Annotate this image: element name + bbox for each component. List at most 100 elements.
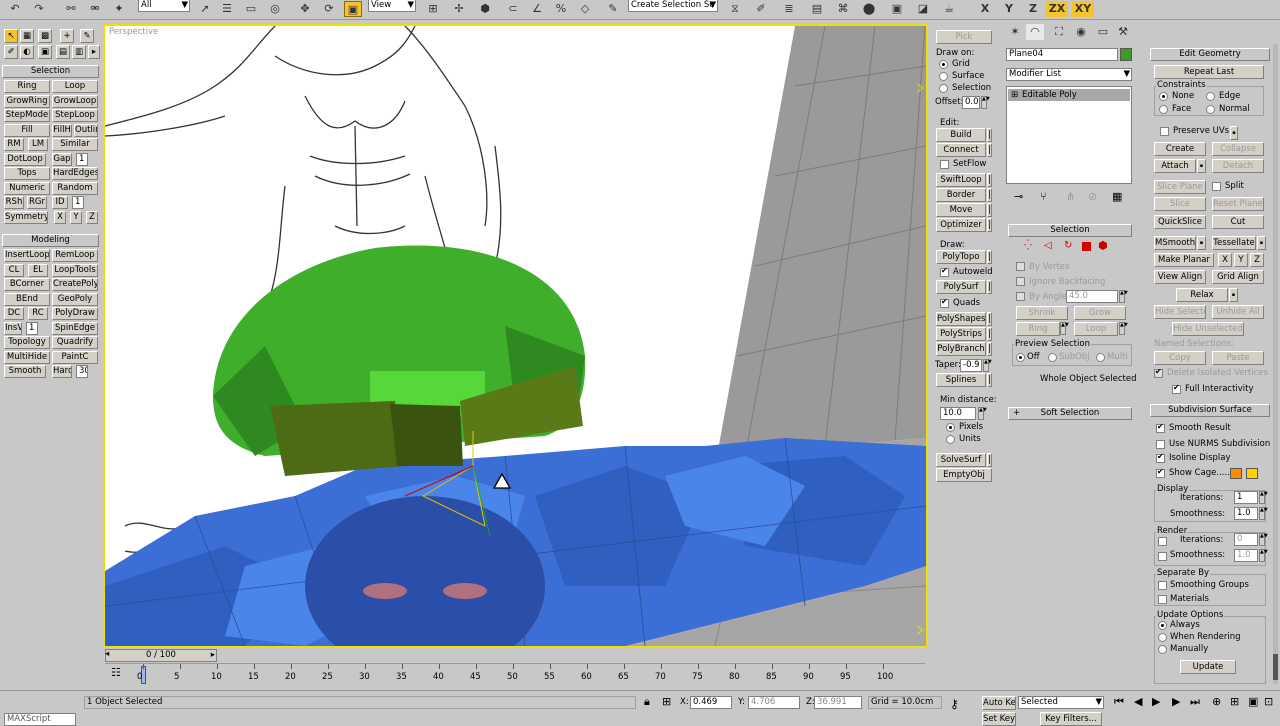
render-icon[interactable]: ☕ <box>940 1 958 17</box>
track-bar[interactable]: ☷ 0 5 10 15 20 25 30 35 40 45 50 55 60 65 70 75 80 85 90 95… <box>105 663 925 689</box>
time-slider[interactable]: 0 / 100 ▸ <box>105 649 217 662</box>
constraint-normal-radio[interactable] <box>1206 105 1215 114</box>
tool-icon-9[interactable]: ▤ <box>56 45 70 59</box>
solvesurf-button[interactable]: SolveSurf <box>936 453 986 467</box>
x-coordinate-field[interactable]: 0.469 <box>690 696 732 709</box>
optimizer-button[interactable]: Optimizer <box>936 218 986 232</box>
solvesurf-options[interactable]: | <box>987 453 992 467</box>
button-quadrify[interactable]: Quadrify <box>52 336 98 349</box>
tool-icon-6[interactable]: ✐ <box>4 45 18 59</box>
link-icon[interactable]: ⚯ <box>62 1 80 17</box>
materials-checkbox[interactable] <box>1158 595 1167 604</box>
polystrips-options[interactable]: | <box>987 327 992 341</box>
select-tool-icon[interactable]: ↖ <box>4 29 18 43</box>
modeling-rollout-title[interactable]: Modeling <box>2 234 99 247</box>
align-icon[interactable]: ✐ <box>752 1 770 17</box>
select-by-name-icon[interactable]: ☰ <box>218 1 236 17</box>
button-polydraw[interactable]: PolyDraw <box>52 307 98 320</box>
prev-frame-icon[interactable]: ◀ <box>1134 695 1142 708</box>
button-similar[interactable]: Similar <box>52 138 98 151</box>
slice-button[interactable]: Slice <box>1154 197 1206 211</box>
button-hardedges[interactable]: HardEdges <box>52 167 98 180</box>
remove-modifier-icon[interactable]: ⊘ <box>1088 190 1097 203</box>
pin-stack-icon[interactable]: ⊸ <box>1014 190 1023 203</box>
button-smooth[interactable]: Smooth <box>4 365 46 378</box>
button-ring[interactable]: Ring <box>4 80 50 93</box>
button-lm[interactable]: LM <box>28 138 48 151</box>
button-rm[interactable]: RM <box>4 138 24 151</box>
angle-spinner[interactable]: ▲▼ <box>1119 290 1128 303</box>
connect-button[interactable]: Connect <box>936 143 986 157</box>
selection-radio[interactable] <box>939 84 948 93</box>
selected-set-dropdown[interactable]: Selected ▼ <box>1018 696 1104 709</box>
value-field-30[interactable]: 30 <box>76 365 88 378</box>
move-options[interactable]: | <box>987 203 992 217</box>
relax-button[interactable]: Relax <box>1176 288 1228 302</box>
button-geopoly[interactable]: GeoPoly <box>52 292 98 306</box>
next-frame-arrow-icon[interactable]: ▸ <box>211 650 215 660</box>
maximize-viewport-icon[interactable]: ⊡ <box>1264 695 1273 708</box>
planar-z-button[interactable]: Z <box>1250 253 1264 267</box>
go-to-start-icon[interactable]: ⏮ <box>1114 695 1124 709</box>
unhide-all-button[interactable]: Unhide All <box>1212 305 1264 319</box>
button-rsh[interactable]: RSh <box>4 196 24 209</box>
swiftloop-options[interactable]: | <box>987 173 992 187</box>
layer-manager-icon[interactable]: ≣ <box>780 1 798 17</box>
stack-item-editable-poly[interactable]: ⊞ Editable Poly <box>1008 89 1130 101</box>
tool-icon-3[interactable]: ▩ <box>38 29 52 43</box>
detach-button[interactable]: Detach <box>1212 159 1264 173</box>
tool-icon-7[interactable]: ◐ <box>20 45 34 59</box>
button-hard[interactable]: Hard <box>52 365 72 378</box>
ring-button[interactable]: Ring <box>1016 322 1060 336</box>
render-smoothness-checkbox[interactable] <box>1158 552 1167 561</box>
grid-radio[interactable] <box>939 60 948 69</box>
button-growloop[interactable]: GrowLoop <box>52 94 98 108</box>
snaps-icon[interactable]: ⊂ <box>504 1 522 17</box>
build-button[interactable]: Build <box>936 128 986 142</box>
ring-spinner[interactable]: ▲▼ <box>1060 322 1069 335</box>
absolute-mode-icon[interactable]: ⊞ <box>662 695 671 708</box>
render-iterations-spinner[interactable]: ▲▼ <box>1259 533 1268 546</box>
grow-button[interactable]: Grow <box>1074 306 1126 320</box>
ref-coord-dropdown[interactable]: View ▼ <box>368 0 416 12</box>
display-tab-icon[interactable]: ▭ <box>1094 24 1112 40</box>
grid-align-button[interactable]: Grid Align <box>1212 270 1264 284</box>
constraint-face-radio[interactable] <box>1159 105 1168 114</box>
select-object-icon[interactable]: ➚ <box>196 1 214 17</box>
button-bend[interactable]: BEnd <box>4 292 50 306</box>
slice-plane-button[interactable]: Slice Plane <box>1154 180 1206 194</box>
preserve-uvs-checkbox[interactable] <box>1160 127 1169 136</box>
material-editor-icon[interactable]: ⬤ <box>860 1 878 17</box>
zoom-extents-icon[interactable]: ▣ <box>1248 695 1258 708</box>
setflow-checkbox[interactable] <box>940 160 949 169</box>
loop-spinner[interactable]: ▲▼ <box>1119 322 1128 335</box>
shrink-button[interactable]: Shrink <box>1016 306 1068 320</box>
tessellate-button[interactable]: Tessellate <box>1212 236 1256 250</box>
repeat-last-button[interactable]: Repeat Last <box>1154 65 1264 79</box>
polyshapes-button[interactable]: PolyShapes <box>936 312 986 326</box>
isoline-display-checkbox[interactable] <box>1156 452 1165 463</box>
element-icon[interactable]: ⬢ <box>1098 239 1108 252</box>
z-coordinate-field[interactable]: 36.991 <box>814 696 862 709</box>
edit-geometry-header[interactable]: Edit Geometry <box>1150 48 1270 61</box>
button-cl[interactable]: CL <box>4 263 24 277</box>
object-name-field[interactable]: Plane04 <box>1006 48 1118 61</box>
button-paintc[interactable]: PaintC <box>52 350 98 364</box>
render-setup-icon[interactable]: ▣ <box>888 1 906 17</box>
delete-isolated-checkbox[interactable] <box>1154 367 1163 378</box>
button-tops[interactable]: Tops <box>4 167 50 180</box>
min-distance-spinner[interactable]: ▲▼ <box>978 407 987 420</box>
create-button[interactable]: Create <box>1154 142 1206 156</box>
modifier-stack[interactable]: ⊞ Editable Poly <box>1006 86 1132 184</box>
selection-rollout-header[interactable]: Selection <box>1008 224 1132 237</box>
perspective-viewport[interactable]: Perspective <box>103 24 928 648</box>
play-icon[interactable]: ▶ <box>1152 695 1160 708</box>
iterations-spinner[interactable]: ▲▼ <box>1259 491 1268 504</box>
msmooth-button[interactable]: MSmooth <box>1154 236 1196 250</box>
button-multihide[interactable]: MultiHide <box>4 350 50 364</box>
render-smoothness-spinner[interactable]: ▲▼ <box>1259 549 1268 562</box>
smoothing-groups-checkbox[interactable] <box>1158 581 1167 590</box>
offset-field[interactable]: 0.0 <box>962 96 980 109</box>
select-manipulate-icon[interactable]: ✢ <box>450 1 468 17</box>
preview-multi-radio[interactable] <box>1096 353 1105 362</box>
